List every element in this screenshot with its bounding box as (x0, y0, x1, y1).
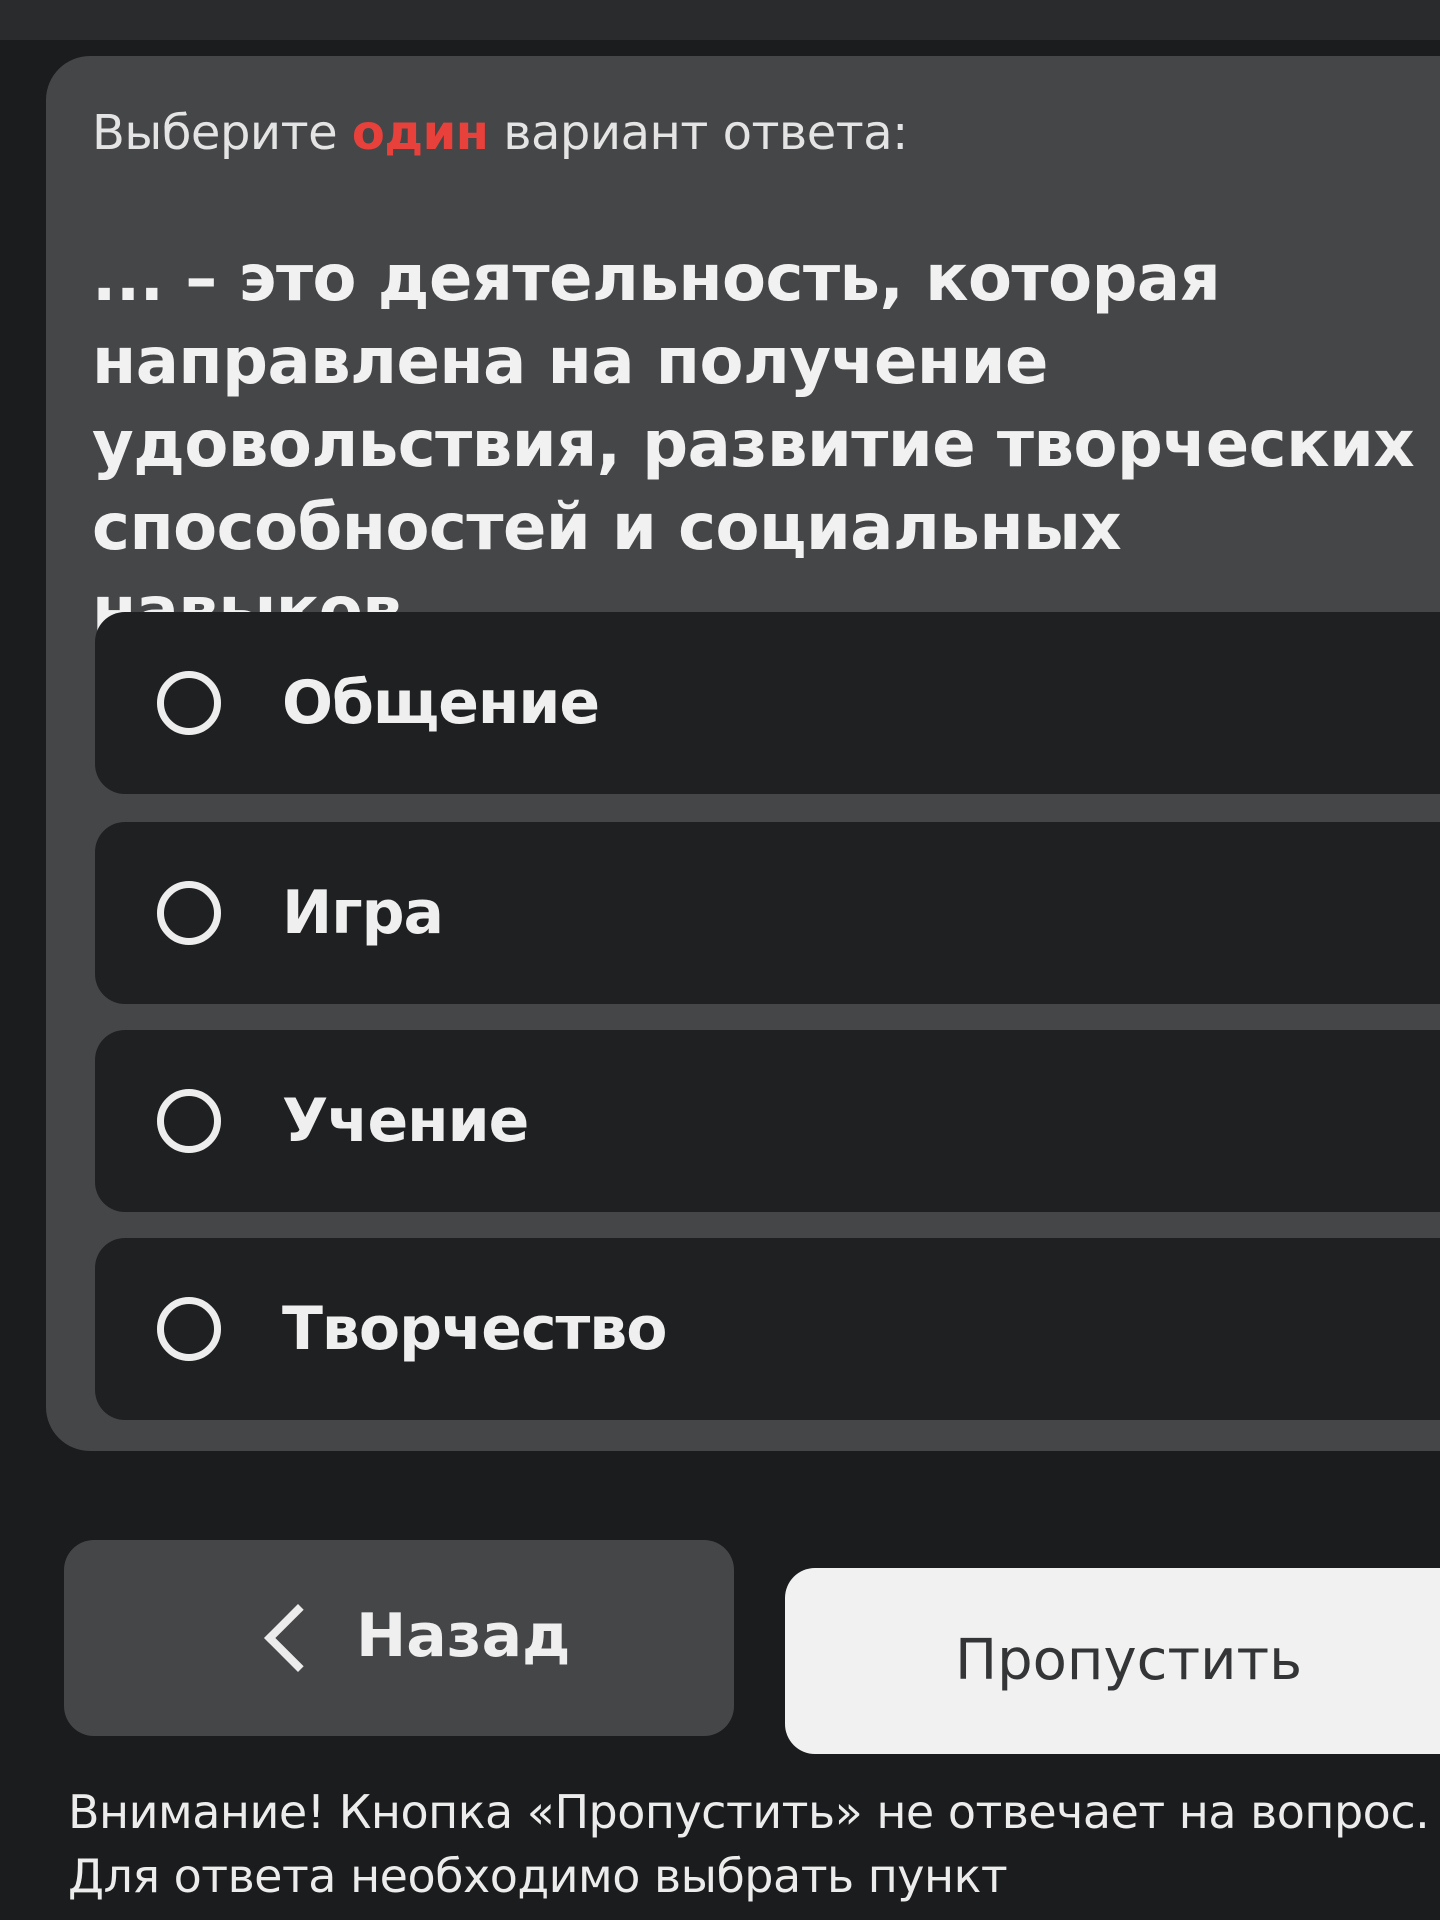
option-label: Творчество (282, 1294, 667, 1364)
instruction-text: Выберите один вариант ответа: (92, 105, 908, 161)
option-uchenie[interactable]: Учение (95, 1030, 1440, 1212)
chevron-left-icon (264, 1604, 332, 1672)
option-igra[interactable]: Игра (95, 822, 1440, 1004)
option-label: Игра (282, 878, 444, 948)
question-text: ... – это деятельность, которая направле… (92, 242, 1415, 648)
radio-empty-icon[interactable] (157, 1297, 221, 1361)
skip-button[interactable]: Пропустить (785, 1568, 1440, 1754)
instruction-prefix: Выберите (92, 105, 338, 161)
option-obshchenie[interactable]: Общение (95, 612, 1440, 794)
instruction-accent: один (351, 105, 489, 161)
option-tvorchestvo[interactable]: Творчество (95, 1238, 1440, 1420)
radio-empty-icon[interactable] (157, 881, 221, 945)
instruction-suffix: вариант ответа: (503, 105, 908, 161)
radio-empty-icon[interactable] (157, 671, 221, 735)
top-edge (0, 0, 1440, 40)
radio-empty-icon[interactable] (157, 1089, 221, 1153)
option-label: Учение (282, 1086, 529, 1156)
skip-warning-text: Внимание! Кнопка «Пропустить» не отвечае… (68, 1785, 1430, 1903)
back-button-label: Назад (356, 1601, 571, 1671)
option-label: Общение (282, 668, 600, 738)
skip-button-label: Пропустить (955, 1628, 1303, 1693)
back-button[interactable]: Назад (64, 1540, 734, 1736)
